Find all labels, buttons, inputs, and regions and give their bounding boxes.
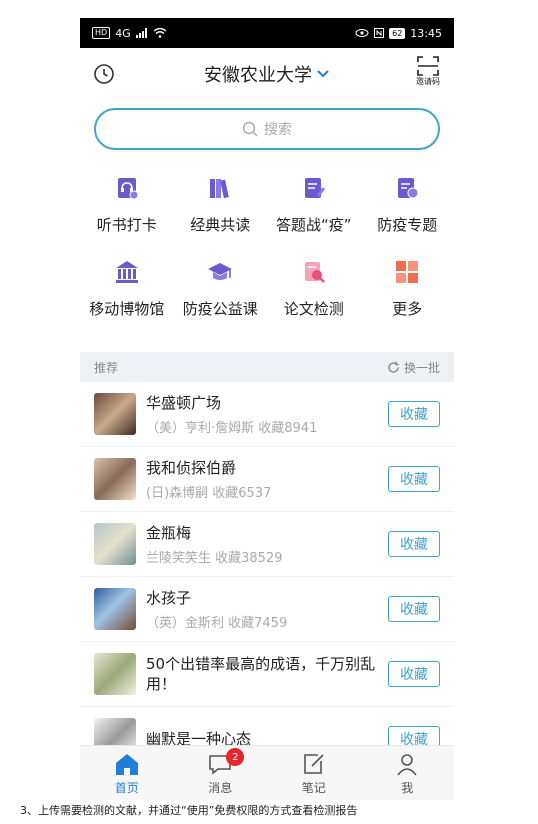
feature-label: 听书打卡 [96,216,157,234]
recommend-header: 推荐 换一批 [80,352,454,382]
feature-label: 更多 [392,300,423,318]
book-list: 华盛顿广场 （美）亨利·詹姆斯 收藏8941 收藏 我和侦探伯爵 (日)森博嗣 … [80,382,454,772]
feature-mobile-museum[interactable]: 移动博物馆 [80,258,174,342]
topic-icon [398,178,419,199]
wifi-icon [153,28,167,38]
list-item[interactable]: 金瓶梅 兰陵笑笑生 收藏38529 收藏 [80,512,454,577]
invite-label: 邀请码 [416,77,440,86]
network-indicator: 4G [115,26,131,40]
feature-label: 移动博物馆 [89,300,165,318]
history-button[interactable] [92,62,116,86]
instruction-caption: 3、上传需要检测的文献，并通过“使用”免费权限的方式查看检测报告 [20,804,358,817]
chevron-down-icon [317,70,329,78]
unread-badge: 2 [226,748,245,766]
scan-icon [417,56,439,76]
school-selector[interactable]: 安徽农业大学 [204,61,330,87]
search-placeholder: 搜索 [264,122,292,138]
search-icon [242,121,258,137]
invite-code-button[interactable]: 邀请码 [412,56,444,87]
feature-label: 防疫公益课 [182,300,258,318]
search-input[interactable]: 搜索 [94,108,440,150]
list-item[interactable]: 50个出错率最高的成语，千万别乱用！ 收藏 [80,642,454,707]
nfc-icon [374,28,385,38]
tab-label: 笔记 [301,780,326,795]
refresh-icon [388,361,399,373]
book-cover [94,458,136,500]
clock-icon [94,64,114,84]
tab-label: 首页 [114,780,139,795]
status-time: 13:45 [410,26,442,40]
more-grid-icon [396,261,419,283]
favorite-button[interactable]: 收藏 [388,401,440,427]
book-cover [94,523,136,565]
list-item[interactable]: 我和侦探伯爵 (日)森博嗣 收藏6537 收藏 [80,447,454,512]
status-bar: HD 4G 62 13:45 [80,18,454,48]
books-icon [210,179,230,199]
hd-indicator: HD [92,27,111,39]
book-cover [94,653,136,695]
quiz-icon [304,178,325,198]
refresh-button[interactable]: 换一批 [387,359,440,376]
refresh-label: 换一批 [403,360,440,375]
page-title: 安徽农业大学 [204,65,312,86]
feature-label: 论文检测 [283,300,344,318]
book-cover [94,393,136,435]
tab-label: 我 [401,780,414,795]
feature-label: 答题战“疫” [275,216,352,234]
list-item[interactable]: 华盛顿广场 （美）亨利·詹姆斯 收藏8941 收藏 [80,382,454,447]
eye-icon [355,29,369,37]
feature-label: 经典共读 [190,216,251,234]
feature-quiz[interactable]: 答题战“疫” [267,174,361,258]
museum-icon [115,261,138,283]
feature-grid: 听书打卡 经典共读 答题战“疫” 防疫专题 移动博物馆 防疫公益课 论文检测 更… [80,174,454,342]
tab-label: 消息 [208,780,233,795]
top-bar: 安徽农业大学 邀请码 [80,48,454,100]
favorite-button[interactable]: 收藏 [388,466,440,492]
favorite-button[interactable]: 收藏 [388,596,440,622]
tab-profile[interactable]: 我 [361,746,455,800]
tab-notes[interactable]: 笔记 [267,746,361,800]
feature-paper-check[interactable]: 论文检测 [267,258,361,342]
tab-messages[interactable]: 2 消息 [174,746,268,800]
feature-label: 防疫专题 [377,216,438,234]
tab-home[interactable]: 首页 [80,746,174,800]
list-item[interactable]: 水孩子 （英）金斯利 收藏7459 收藏 [80,577,454,642]
feature-public-course[interactable]: 防疫公益课 [174,258,268,342]
graduation-cap-icon [208,263,233,280]
feature-epidemic-topic[interactable]: 防疫专题 [361,174,455,258]
feature-classic-reading[interactable]: 经典共读 [174,174,268,258]
book-title: 50个出错率最高的成语，千万别乱用！ [146,655,376,693]
profile-icon [397,753,417,775]
feature-listen-checkin[interactable]: 听书打卡 [80,174,174,258]
book-cover [94,588,136,630]
recommend-title: 推荐 [94,360,119,375]
favorite-button[interactable]: 收藏 [388,531,440,557]
battery-indicator: 62 [389,27,406,39]
favorite-button[interactable]: 收藏 [388,661,440,687]
paper-check-icon [304,262,325,283]
feature-more[interactable]: 更多 [361,258,455,342]
phone-screen: HD 4G 62 13:45 安徽农业大学 邀请码 搜索 听书打卡 经典共读 答… [80,18,454,800]
bottom-tab-bar: 首页 2 消息 笔记 我 [80,745,454,800]
home-icon [115,753,138,775]
headphone-book-icon [117,178,139,200]
signal-icon [135,28,147,38]
note-icon [303,753,324,774]
